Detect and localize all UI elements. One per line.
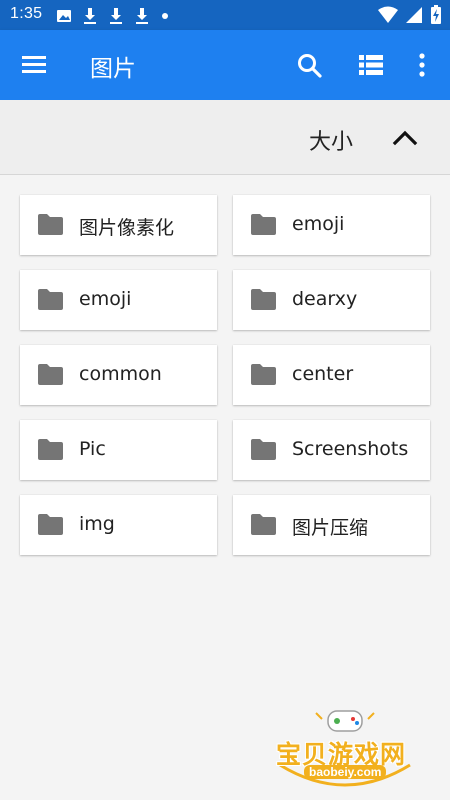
folder-name: center — [292, 363, 354, 385]
menu-button[interactable] — [20, 52, 50, 78]
folder-icon — [38, 289, 63, 310]
folder-icon — [38, 439, 63, 460]
folder-icon — [38, 214, 63, 235]
folder-item[interactable]: emoji — [20, 270, 217, 330]
image-notification-icon — [57, 10, 71, 22]
notification-icons — [56, 7, 170, 25]
sort-bar: 大小 — [0, 100, 450, 175]
watermark-url: baobeiy.com — [304, 765, 387, 779]
page-title: 图片 — [90, 56, 136, 82]
menu-icon — [22, 56, 46, 73]
sort-by-size-label[interactable]: 大小 — [309, 124, 353, 156]
folder-icon — [251, 214, 276, 235]
folder-item[interactable]: Screenshots — [233, 420, 430, 480]
search-button[interactable] — [296, 52, 324, 80]
folder-item[interactable]: 图片像素化 — [20, 195, 217, 255]
folder-name: Screenshots — [292, 438, 409, 460]
watermark-logo: 宝贝游戏网 baobeiy.com — [270, 705, 420, 795]
list-view-icon — [359, 55, 383, 75]
folder-item[interactable]: emoji — [233, 195, 430, 255]
app-bar: 图片 — [0, 30, 450, 100]
more-vert-icon — [419, 53, 425, 77]
folder-icon — [251, 364, 276, 385]
folder-name: 图片压缩 — [292, 517, 369, 539]
folder-name: emoji — [292, 213, 345, 235]
folder-name: dearxy — [292, 288, 358, 310]
folder-icon — [38, 364, 63, 385]
folder-name: 图片像素化 — [79, 217, 175, 239]
download-icon — [110, 8, 122, 24]
search-icon — [298, 54, 322, 78]
folder-item[interactable]: center — [233, 345, 430, 405]
battery-charging-icon — [431, 5, 441, 24]
folder-icon — [251, 289, 276, 310]
more-options-button[interactable] — [414, 52, 430, 78]
folder-icon — [251, 514, 276, 535]
folder-icon — [38, 514, 63, 535]
download-icon — [136, 8, 148, 24]
folder-item[interactable]: dearxy — [233, 270, 430, 330]
sort-direction-toggle[interactable] — [392, 127, 418, 147]
folder-item[interactable]: 图片压缩 — [233, 495, 430, 555]
folder-item[interactable]: img — [20, 495, 217, 555]
status-time: 1:35 — [10, 5, 43, 22]
wifi-icon — [378, 6, 398, 23]
chevron-up-icon — [392, 130, 418, 146]
folder-item[interactable]: Pic — [20, 420, 217, 480]
folder-name: Pic — [79, 438, 106, 460]
folder-name: common — [79, 363, 162, 385]
signal-icon — [406, 7, 422, 23]
folder-name: img — [79, 513, 115, 535]
view-mode-button[interactable] — [358, 53, 384, 77]
system-icons — [378, 5, 442, 25]
folder-icon — [251, 439, 276, 460]
download-icon — [84, 8, 96, 24]
folder-item[interactable]: common — [20, 345, 217, 405]
folder-name: emoji — [79, 288, 132, 310]
dot-icon — [162, 13, 168, 19]
status-bar: 1:35 — [0, 0, 450, 30]
